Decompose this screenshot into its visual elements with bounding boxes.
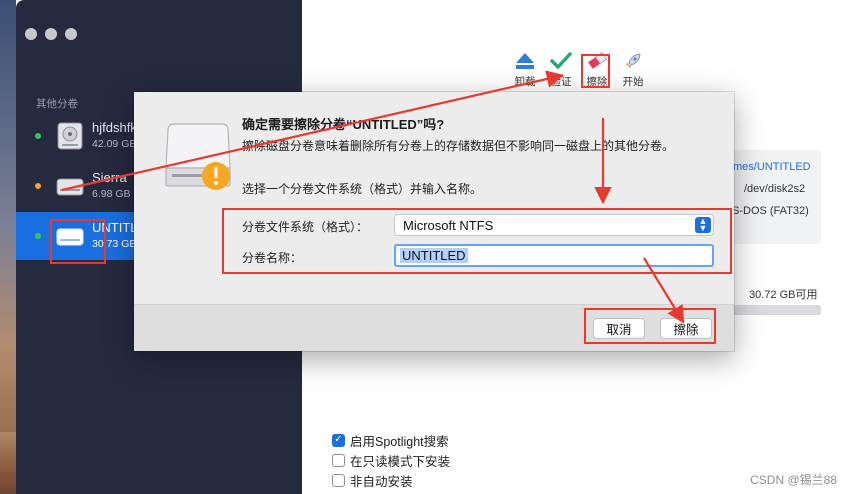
sidebar-item-size: 6.98 GB xyxy=(92,188,131,200)
first-aid-button[interactable]: 开始 xyxy=(618,50,648,89)
zoom-window-button[interactable] xyxy=(65,28,77,40)
dialog-message: 擦除磁盘分卷意味着删除所有分卷上的存储数据但不影响同一磁盘上的其他分卷。 xyxy=(242,139,675,153)
dialog-title: 确定需要擦除分卷“UNTITLED”吗? xyxy=(242,117,445,132)
option-label: 启用Spotlight搜索 xyxy=(350,434,449,449)
mount-options: ✓ 启用Spotlight搜索 在只读模式下安装 非自动安装 xyxy=(332,430,450,490)
checkmark-icon xyxy=(549,50,573,72)
dialog-instruction: 选择一个分卷文件系统（格式）并输入名称。 xyxy=(242,182,483,196)
mount-path-link[interactable]: mes/UNTITLED xyxy=(733,161,811,173)
annotation-box-buttons xyxy=(584,308,716,344)
warning-status-dot xyxy=(35,183,41,189)
verify-label: 验证 xyxy=(550,76,572,88)
drive-warning-icon xyxy=(165,123,231,190)
option-readonly[interactable]: 在只读模式下安装 xyxy=(332,450,450,470)
sidebar-item-name: hjfdshfk xyxy=(92,120,137,135)
internal-disk-icon xyxy=(57,122,83,150)
window-controls xyxy=(25,28,77,40)
first-aid-label: 开始 xyxy=(622,76,644,88)
watermark: CSDN @锡兰88 xyxy=(750,473,837,487)
annotation-box-erase-tool xyxy=(581,54,610,88)
unmount-label: 卸载 xyxy=(514,76,536,88)
mounted-status-dot xyxy=(35,233,41,239)
desktop-background xyxy=(0,0,16,494)
option-label: 在只读模式下安装 xyxy=(350,454,451,469)
sidebar-item-size: 42.09 GB xyxy=(92,138,137,150)
rocket-icon xyxy=(621,50,645,72)
option-spotlight[interactable]: ✓ 启用Spotlight搜索 xyxy=(332,430,450,450)
verify-button[interactable]: 验证 xyxy=(546,50,576,89)
usage-bar xyxy=(733,305,821,315)
format-value: S-DOS (FAT32) xyxy=(732,205,809,217)
sidebar-item-name: Sierra xyxy=(92,170,127,185)
annotation-box-volume xyxy=(50,219,106,264)
option-label: 非自动安装 xyxy=(350,474,413,489)
device-value: /dev/disk2s2 xyxy=(744,183,806,195)
annotation-box-form xyxy=(222,208,732,274)
toolbar: 卸载 验证 擦除 开始 xyxy=(510,50,648,89)
no-automount-checkbox[interactable] xyxy=(332,473,345,487)
spotlight-checkbox[interactable]: ✓ xyxy=(332,433,345,447)
unmount-button[interactable]: 卸载 xyxy=(510,50,540,89)
available-space: 30.72 GB可用 xyxy=(749,289,818,301)
mounted-status-dot xyxy=(35,133,41,139)
close-window-button[interactable] xyxy=(25,28,37,40)
option-no-automount[interactable]: 非自动安装 xyxy=(332,470,450,490)
readonly-checkbox[interactable] xyxy=(332,453,345,467)
sidebar-section-label: 其他分卷 xyxy=(36,98,78,110)
external-disk-icon xyxy=(56,178,84,196)
eject-icon xyxy=(513,50,537,72)
minimize-window-button[interactable] xyxy=(45,28,57,40)
